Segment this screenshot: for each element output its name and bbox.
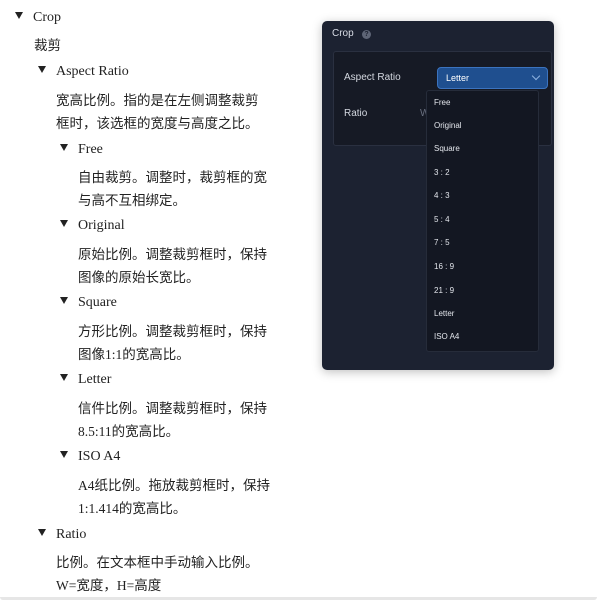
dropdown-option-16-9[interactable]: 16 : 9 xyxy=(434,262,454,271)
desc-line: 比例。在文本框中手动输入比例。 xyxy=(56,555,259,570)
dropdown-option-square[interactable]: Square xyxy=(434,144,460,153)
desc-line: 方形比例。调整裁剪框时，保持 xyxy=(78,324,267,339)
crop-desc: 裁剪 xyxy=(34,38,61,53)
panel-title: Crop xyxy=(332,28,354,39)
free-desc: 自由裁剪。调整时，裁剪框的宽 与高不互相绑定。 xyxy=(78,166,267,212)
node-title: Free xyxy=(78,142,103,157)
dropdown-option-free[interactable]: Free xyxy=(434,98,450,107)
ratio-label: Ratio xyxy=(344,108,368,119)
node-title: Square xyxy=(78,295,117,310)
desc-line: 1:1.414的宽高比。 xyxy=(78,501,187,516)
desc-line: W=宽度，H=高度 xyxy=(56,578,162,593)
selected-value: Letter xyxy=(446,73,470,83)
tree-node-free[interactable]: Free xyxy=(60,140,103,160)
desc-line: A4纸比例。拖放裁剪框时，保持 xyxy=(78,478,270,493)
desc-line: 宽高比例。指的是在左侧调整裁剪 xyxy=(56,93,259,108)
help-icon[interactable]: ? xyxy=(362,30,371,39)
desc-line: 与高不互相绑定。 xyxy=(78,193,186,208)
dropdown-option-iso-a4[interactable]: ISO A4 xyxy=(434,332,459,341)
node-title: Ratio xyxy=(56,527,87,542)
desc-line: 原始比例。调整裁剪框时，保持 xyxy=(78,247,267,262)
expand-triangle-icon[interactable] xyxy=(38,529,46,537)
dropdown-option-4-3[interactable]: 4 : 3 xyxy=(434,191,450,200)
node-title: Original xyxy=(78,218,125,233)
expand-triangle-icon[interactable] xyxy=(60,374,68,382)
expand-triangle-icon[interactable] xyxy=(60,297,68,305)
expand-triangle-icon[interactable] xyxy=(38,66,46,74)
tree-node-letter[interactable]: Letter xyxy=(60,370,111,390)
expand-triangle-icon[interactable] xyxy=(15,12,23,20)
dropdown-option-5-4[interactable]: 5 : 4 xyxy=(434,215,450,224)
iso-a4-desc: A4纸比例。拖放裁剪框时，保持 1:1.414的宽高比。 xyxy=(78,474,270,520)
tree-node-original[interactable]: Original xyxy=(60,216,125,236)
tree-node-aspect-ratio[interactable]: Aspect Ratio xyxy=(38,62,129,82)
aspect-ratio-label: Aspect Ratio xyxy=(344,72,401,83)
aspect-ratio-select[interactable]: Letter xyxy=(437,67,548,89)
dropdown-option-original[interactable]: Original xyxy=(434,121,462,130)
tree-node-iso-a4[interactable]: ISO A4 xyxy=(60,447,120,467)
expand-triangle-icon[interactable] xyxy=(60,144,68,152)
desc-line: 自由裁剪。调整时，裁剪框的宽 xyxy=(78,170,267,185)
node-title: ISO A4 xyxy=(78,449,121,464)
expand-triangle-icon[interactable] xyxy=(60,451,68,459)
tree-node-square[interactable]: Square xyxy=(60,293,117,313)
aspect-ratio-desc: 宽高比例。指的是在左侧调整裁剪 框时，该选框的宽度与高度之比。 xyxy=(56,89,259,135)
dropdown-option-21-9[interactable]: 21 : 9 xyxy=(434,286,454,295)
desc-line: 信件比例。调整裁剪框时，保持 xyxy=(78,401,267,416)
tree-node-ratio[interactable]: Ratio xyxy=(38,525,86,545)
chevron-down-icon xyxy=(531,71,541,81)
tree-node-crop[interactable]: Crop xyxy=(15,8,61,28)
dropdown-option-3-2[interactable]: 3 : 2 xyxy=(434,168,450,177)
ratio-desc: 比例。在文本框中手动输入比例。 W=宽度，H=高度 xyxy=(56,551,259,597)
node-title: Letter xyxy=(78,372,112,387)
dropdown-option-letter[interactable]: Letter xyxy=(434,309,454,318)
letter-desc: 信件比例。调整裁剪框时，保持 8.5:11的宽高比。 xyxy=(78,397,267,443)
node-title: Aspect Ratio xyxy=(56,64,129,79)
desc-line: 图像的原始长宽比。 xyxy=(78,270,200,285)
desc-line: 图像1:1的宽高比。 xyxy=(78,347,190,362)
square-desc: 方形比例。调整裁剪框时，保持 图像1:1的宽高比。 xyxy=(78,320,267,366)
desc-line: 8.5:11的宽高比。 xyxy=(78,424,180,439)
desc-line: 框时，该选框的宽度与高度之比。 xyxy=(56,116,259,131)
node-title: Crop xyxy=(33,10,61,25)
expand-triangle-icon[interactable] xyxy=(60,220,68,228)
original-desc: 原始比例。调整裁剪框时，保持 图像的原始长宽比。 xyxy=(78,243,267,289)
dropdown-option-7-5[interactable]: 7 : 5 xyxy=(434,238,450,247)
aspect-ratio-dropdown: Free Original Square 3 : 2 4 : 3 5 : 4 7… xyxy=(426,90,539,352)
